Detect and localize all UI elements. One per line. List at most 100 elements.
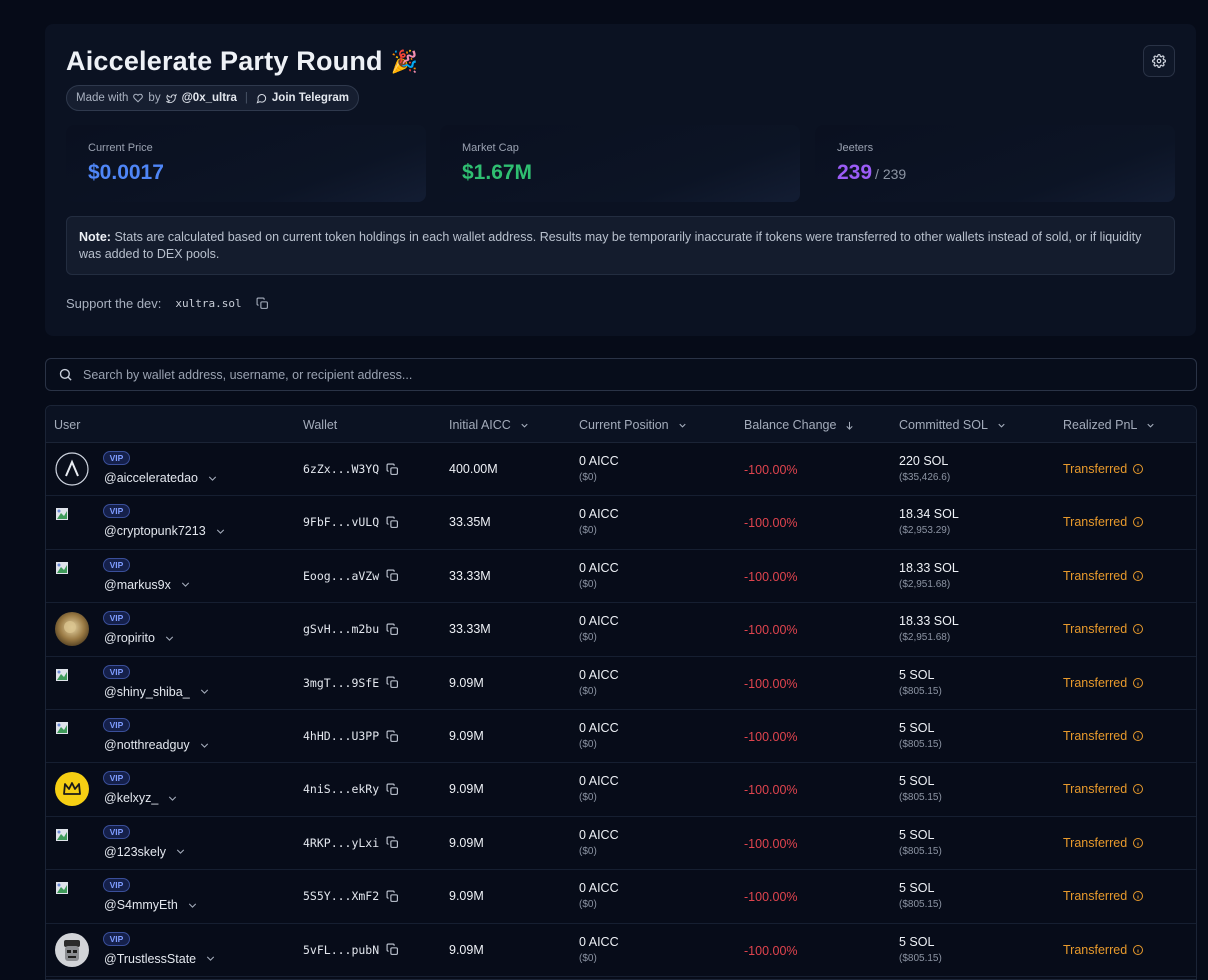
info-icon[interactable] xyxy=(1132,463,1144,475)
note-box: Note: Stats are calculated based on curr… xyxy=(66,216,1175,275)
username[interactable]: @S4mmyEth xyxy=(104,898,199,912)
username[interactable]: @ropirito xyxy=(104,631,176,645)
column-initial-aicc[interactable]: Initial AICC xyxy=(449,418,530,432)
copy-icon[interactable] xyxy=(256,297,269,310)
info-icon[interactable] xyxy=(1132,837,1144,849)
info-icon[interactable] xyxy=(1132,516,1144,528)
balance-change: -100.00% xyxy=(744,943,798,958)
info-icon[interactable] xyxy=(1132,783,1144,795)
chevron-down-icon[interactable] xyxy=(206,472,219,485)
chevron-down-icon[interactable] xyxy=(179,578,192,591)
balance-change: -100.00% xyxy=(744,463,798,477)
copy-icon[interactable] xyxy=(386,623,399,636)
chevron-down-icon[interactable] xyxy=(198,739,211,752)
copy-icon[interactable] xyxy=(386,890,399,903)
avatar xyxy=(55,612,89,647)
avatar xyxy=(55,721,69,735)
settings-button[interactable] xyxy=(1143,45,1175,77)
table-row[interactable]: VIP @cryptopunk7213 9FbF...vULQ 33.35M 0 AIC… xyxy=(46,496,1196,550)
chevron-down-icon[interactable] xyxy=(166,792,179,805)
copy-icon[interactable] xyxy=(386,943,399,956)
wallet-address: 5S5Y...XmF2 xyxy=(303,889,399,903)
column-current-position[interactable]: Current Position xyxy=(579,418,688,432)
wallet-address: 5vFL...pubN xyxy=(303,943,399,957)
current-position: 0 AICC ($0) xyxy=(579,667,619,697)
chevron-down-icon[interactable] xyxy=(214,525,227,538)
search-input[interactable] xyxy=(83,367,1163,382)
info-icon[interactable] xyxy=(1132,730,1144,742)
info-icon[interactable] xyxy=(1132,944,1144,956)
info-icon[interactable] xyxy=(1132,623,1144,635)
table-row[interactable]: VIP @123skely 4RKP...yLxi 9.09M 0 AICC ($0) -1… xyxy=(46,817,1196,871)
current-position: 0 AICC ($0) xyxy=(579,454,619,483)
vip-badge: VIP xyxy=(103,824,130,839)
copy-icon[interactable] xyxy=(386,676,399,689)
current-price-card: Current Price $0.0017 xyxy=(66,125,426,202)
market-cap-card: Market Cap $1.67M xyxy=(440,125,800,202)
username[interactable]: @kelxyz_ xyxy=(104,791,179,805)
committed-sol-usd: ($805.15) xyxy=(899,685,942,697)
realized-pnl-status[interactable]: Transferred xyxy=(1063,515,1144,529)
jeeters-value: 239/ 239 xyxy=(837,161,906,185)
username[interactable]: @shiny_shiba_ xyxy=(104,685,211,699)
realized-pnl-status[interactable]: Transferred xyxy=(1063,889,1144,903)
username[interactable]: @notthreadguy xyxy=(104,738,211,752)
username[interactable]: @aiccelerate­dao xyxy=(104,471,219,485)
table-row[interactable]: VIP @aiccelerate­dao 6zZx...W3YQ 400.00M 0 A… xyxy=(46,443,1196,497)
table-row[interactable]: VIP @ropirito gSvH...m2bu 33.33M 0 AICC ($0) -… xyxy=(46,603,1196,657)
realized-pnl-status[interactable]: Transferred xyxy=(1063,782,1144,796)
copy-icon[interactable] xyxy=(386,516,399,529)
gear-icon xyxy=(1152,54,1166,68)
search-bar xyxy=(45,358,1197,391)
realized-pnl-status[interactable]: Transferred xyxy=(1063,462,1144,476)
committed-sol-usd: ($2,953.29) xyxy=(899,525,951,537)
table-row[interactable]: VIP @notthreadguy 4hHD...U3PP 9.09M 0 AICC ($… xyxy=(46,710,1196,764)
chevron-down-icon[interactable] xyxy=(204,952,217,965)
table-row[interactable]: VIP @TrustlessState 5vFL...pubN 9.09M 0 AICC… xyxy=(46,924,1196,977)
username[interactable]: @TrustlessState xyxy=(104,952,217,966)
table-row[interactable]: VIP @kelxyz_ 4niS...ekRy 9.09M 0 AICC ($0) -10… xyxy=(46,763,1196,817)
table-row[interactable]: VIP @S4mmyEth 5S5Y...XmF2 9.09M 0 AICC ($0) -1… xyxy=(46,870,1196,924)
copy-icon[interactable] xyxy=(386,836,399,849)
avatar xyxy=(55,881,69,895)
wallet-address: 3mgT...9SfE xyxy=(303,676,399,690)
info-icon[interactable] xyxy=(1132,890,1144,902)
table-row[interactable]: VIP @shiny_shiba_ 3mgT...9SfE 9.09M 0 AICC ($… xyxy=(46,657,1196,710)
copy-icon[interactable] xyxy=(386,783,399,796)
realized-pnl-status[interactable]: Transferred xyxy=(1063,676,1144,690)
username[interactable]: @123skely xyxy=(104,845,187,859)
copy-icon[interactable] xyxy=(386,569,399,582)
realized-pnl-status[interactable]: Transferred xyxy=(1063,943,1144,957)
committed-sol: 18.34 SOL ($2,953.29) xyxy=(899,507,959,537)
copy-icon[interactable] xyxy=(386,730,399,743)
chevron-down-icon xyxy=(998,423,1005,428)
realized-pnl-status[interactable]: Transferred xyxy=(1063,836,1144,850)
column-committed-sol[interactable]: Committed SOL xyxy=(899,418,1007,432)
username[interactable]: @markus9x xyxy=(104,578,192,592)
join-telegram-link[interactable]: Join Telegram xyxy=(272,92,349,104)
wallet-address: 4niS...ekRy xyxy=(303,782,399,796)
realized-pnl-status[interactable]: Transferred xyxy=(1063,569,1144,583)
copy-icon[interactable] xyxy=(386,463,399,476)
realized-pnl-status[interactable]: Transferred xyxy=(1063,729,1144,743)
chevron-down-icon[interactable] xyxy=(198,685,211,698)
author-link[interactable]: @0x_ultra xyxy=(182,92,237,104)
chevron-down-icon[interactable] xyxy=(174,845,187,858)
committed-sol-usd: ($35,426.6) xyxy=(899,472,951,483)
column-realized-pnl[interactable]: Realized PnL xyxy=(1063,418,1156,432)
username[interactable]: @cryptopunk7213 xyxy=(104,524,227,538)
chevron-down-icon[interactable] xyxy=(186,899,199,912)
table-row[interactable]: VIP @markus9x Eoog...aVZw 33.33M 0 AICC ($0) -… xyxy=(46,550,1196,604)
twitter-icon xyxy=(165,93,177,103)
page-title: Aiccelerate Party Round 🎉 xyxy=(66,46,418,77)
avatar xyxy=(55,561,69,575)
jeeters-label: Jeeters xyxy=(837,142,874,154)
chevron-down-icon[interactable] xyxy=(163,632,176,645)
info-icon[interactable] xyxy=(1132,570,1144,582)
jeeters-card: Jeeters 239/ 239 xyxy=(815,125,1175,202)
realized-pnl-status[interactable]: Transferred xyxy=(1063,622,1144,636)
current-position-usd: ($0) xyxy=(579,472,597,483)
info-icon[interactable] xyxy=(1132,677,1144,689)
column-balance-change[interactable]: Balance Change xyxy=(744,418,855,432)
initial-aicc: 33.35M xyxy=(449,515,491,530)
